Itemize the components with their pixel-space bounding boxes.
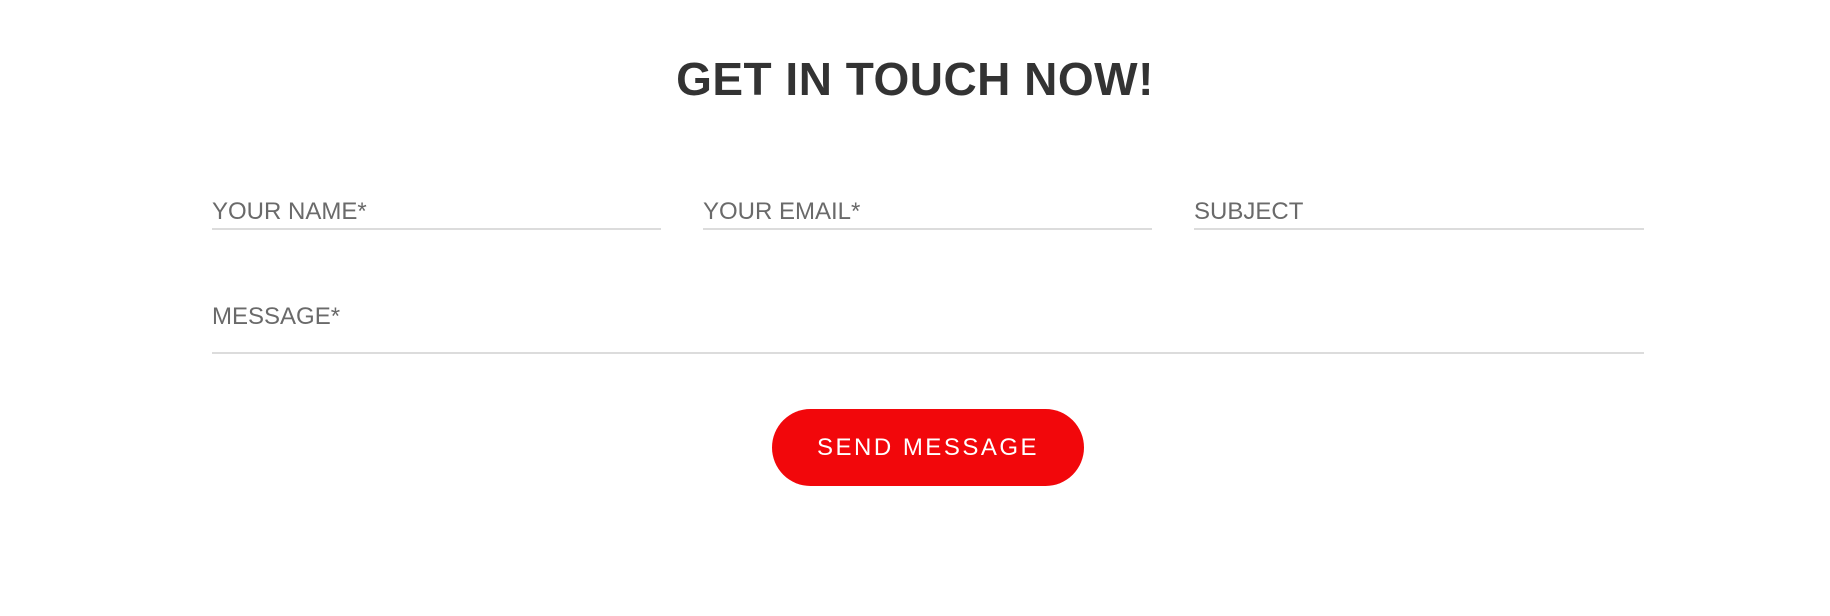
page-title: GET IN TOUCH NOW! (676, 53, 1154, 105)
send-message-button[interactable]: SEND MESSAGE (772, 409, 1084, 486)
name-field[interactable] (212, 196, 661, 230)
email-field[interactable] (703, 196, 1152, 230)
message-field[interactable] (212, 300, 1644, 354)
subject-field[interactable] (1194, 196, 1644, 230)
